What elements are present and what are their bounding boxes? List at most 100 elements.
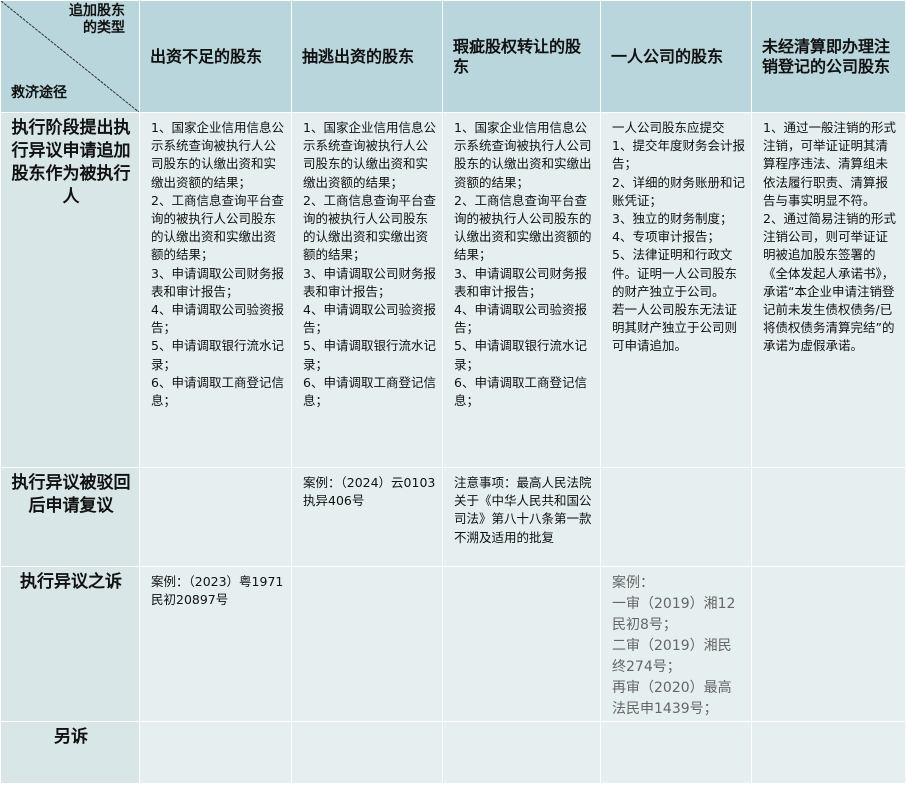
cell-content: 1、国家企业信用信息公示系统查询被执行人公司股东的认缴出资和实缴出资额的结果； 2… xyxy=(444,114,600,411)
column-header: 出资不足的股东 xyxy=(139,0,292,113)
cell-text-line: 案例： xyxy=(612,575,654,591)
table-row: 另诉 xyxy=(0,721,906,784)
cell-content xyxy=(444,723,600,729)
row-header: 执行阶段提出执行异议申请追加股东作为被执行人 xyxy=(0,112,140,468)
table-cell xyxy=(751,467,906,567)
table-cell: 1、通过一般注销的形式注销，可举证证明其清算程序违法、清算组未依法履行职责、清算… xyxy=(751,112,906,468)
cell-text-line: 2、通过简易注销的形式注销公司，则可举证证明被追加股东签署的《全体发起人承诺书》… xyxy=(763,211,896,354)
row-header-label: 执行阶段提出执行异议申请追加股东作为被执行人 xyxy=(11,118,131,207)
cell-text-line: 4、申请调取公司验资报告； xyxy=(303,302,436,336)
cell-content xyxy=(753,723,905,729)
row-header: 另诉 xyxy=(0,721,140,784)
table-cell: 案例： 一审（2019）湘12民初8号； 二审（2019）湘民终274号； 再审（20… xyxy=(600,566,752,722)
cell-content xyxy=(293,723,442,729)
relief-table: 追加股东 的类型 救济途径 出资不足的股东 抽逃出资的股东 瑕疵股权转让的股东 … xyxy=(0,0,906,784)
table-cell: 1、国家企业信用信息公示系统查询被执行人公司股东的认缴出资和实缴出资额的结果； 2… xyxy=(442,112,601,468)
table-cell xyxy=(751,566,906,722)
cell-content: 1、国家企业信用信息公示系统查询被执行人公司股东的认缴出资和实缴出资额的结果； 2… xyxy=(293,114,442,411)
cell-content xyxy=(444,568,600,574)
table-cell: 注意事项：最高人民法院关于《中华人民共和国公司法》第八十八条第一款不溯及适用的批… xyxy=(442,467,601,567)
column-header-label: 瑕疵股权转让的股东 xyxy=(453,36,582,76)
column-header: 瑕疵股权转让的股东 xyxy=(442,0,601,113)
cell-text-line: 5、法律证明和行政文件。证明一人公司股东的财产独立于公司。 xyxy=(612,247,738,299)
corner-top-line2: 的类型 xyxy=(83,20,125,36)
cell-text-line: 5、申请调取银行流水记录； xyxy=(303,338,436,372)
cell-text-line: 6、申请调取工商登记信息； xyxy=(151,374,284,409)
cell-text-line: 3、申请调取公司财务报表和审计报告； xyxy=(454,265,587,299)
table-row: 执行异议被驳回后申请复议 案例：（2024）云0103执异406号 注意事项：最高人… xyxy=(0,467,906,567)
cell-content: 案例：（2024）云0103执异406号 xyxy=(293,469,442,511)
cell-text-line: 5、申请调取银行流水记录； xyxy=(454,338,587,372)
table-cell: 案例：（2024）云0103执异406号 xyxy=(291,467,443,567)
cell-content xyxy=(602,469,751,475)
table-cell: 1、国家企业信用信息公示系统查询被执行人公司股东的认缴出资和实缴出资额的结果； 2… xyxy=(139,112,292,468)
cell-text-line: 6、申请调取工商登记信息； xyxy=(454,374,587,409)
corner-top-line1: 追加股东 xyxy=(69,3,125,19)
cell-text-line: 再审（2020）最高法民申1439号； xyxy=(612,680,732,717)
cell-text-line: 2、工商信息查询平台查询的被执行人公司股东的认缴出资和实缴出资额的结果； xyxy=(454,192,592,263)
corner-header: 追加股东 的类型 救济途径 xyxy=(0,0,140,113)
cell-text-line: 2、工商信息查询平台查询的被执行人公司股东的认缴出资和实缴出资额的结果； xyxy=(151,192,284,263)
cell-text-line: 注意事项：最高人民法院关于《中华人民共和国公司法》第八十八条第一款不溯及适用的批… xyxy=(454,475,592,545)
table-cell: 一人公司股东应提交 1、提交年度财务会计报告； 2、详细的财务账册和记账凭证； 3、独… xyxy=(600,112,752,468)
table-cell xyxy=(291,566,443,722)
row-header: 执行异议之诉 xyxy=(0,566,140,722)
cell-content xyxy=(602,723,751,729)
cell-content: 1、通过一般注销的形式注销，可举证证明其清算程序违法、清算组未依法履行职责、清算… xyxy=(753,114,905,356)
header-row: 追加股东 的类型 救济途径 出资不足的股东 抽逃出资的股东 瑕疵股权转让的股东 … xyxy=(0,0,906,113)
cell-text-line: 2、工商信息查询平台查询的被执行人公司股东的认缴出资和实缴出资额的结果； xyxy=(303,192,436,263)
table-cell xyxy=(139,467,292,567)
cell-text-line: 5、申请调取银行流水记录； xyxy=(151,338,284,372)
cell-text-line: 一人公司股东应提交 xyxy=(612,120,725,135)
cell-content xyxy=(293,568,442,574)
column-header: 未经清算即办理注销登记的公司股东 xyxy=(751,0,906,113)
cell-text-line: 案例：（2024）云0103执异406号 xyxy=(303,475,436,509)
row-header-label: 执行异议之诉 xyxy=(20,572,122,592)
table-cell xyxy=(751,721,906,784)
cell-content: 案例：（2023）粤1971民初20897号 xyxy=(141,568,291,610)
cell-text-line: 3、独立的财务制度； xyxy=(612,211,733,227)
row-header-label: 另诉 xyxy=(54,727,88,747)
table-cell: 案例：（2023）粤1971民初20897号 xyxy=(139,566,292,722)
column-header: 抽逃出资的股东 xyxy=(291,0,443,113)
row-header: 执行异议被驳回后申请复议 xyxy=(0,467,140,567)
cell-text-line: 4、专项审计报告； xyxy=(612,229,720,245)
cell-text-line: 3、申请调取公司财务报表和审计报告； xyxy=(151,265,284,299)
cell-text-line: 4、申请调取公司验资报告； xyxy=(151,302,284,336)
table-row: 执行异议之诉 案例：（2023）粤1971民初20897号 案例： 一审（2019）湘… xyxy=(0,566,906,722)
table-cell xyxy=(442,721,601,784)
cell-text-line: 2、详细的财务账册和记账凭证； xyxy=(612,174,745,208)
cell-content xyxy=(141,723,291,729)
cell-content: 注意事项：最高人民法院关于《中华人民共和国公司法》第八十八条第一款不溯及适用的批… xyxy=(444,469,600,547)
cell-text-line: 1、国家企业信用信息公示系统查询被执行人公司股东的认缴出资和实缴出资额的结果； xyxy=(303,120,436,190)
cell-content xyxy=(141,469,291,475)
cell-text-line: 1、国家企业信用信息公示系统查询被执行人公司股东的认缴出资和实缴出资额的结果； xyxy=(454,120,592,190)
cell-text-line: 一审（2019）湘12民初8号； xyxy=(612,596,736,633)
table-cell: 1、国家企业信用信息公示系统查询被执行人公司股东的认缴出资和实缴出资额的结果； 2… xyxy=(291,112,443,468)
table-row: 执行阶段提出执行异议申请追加股东作为被执行人 1、国家企业信用信息公示系统查询被执… xyxy=(0,112,906,468)
row-header-label: 执行异议被驳回后申请复议 xyxy=(11,473,131,516)
table-cell xyxy=(600,467,752,567)
cell-text-line: 4、申请调取公司验资报告； xyxy=(454,302,587,336)
column-header-label: 一人公司的股东 xyxy=(611,46,724,66)
corner-top-label: 追加股东 的类型 xyxy=(69,3,125,37)
cell-text-line: 案例：（2023）粤1971民初20897号 xyxy=(151,574,284,608)
table-cell xyxy=(291,721,443,784)
corner-bottom-label: 救济途径 xyxy=(11,85,67,101)
cell-text-line: 二审（2019）湘民终274号； xyxy=(612,638,732,675)
cell-content xyxy=(753,568,905,574)
column-header: 一人公司的股东 xyxy=(600,0,752,113)
cell-text-line: 3、申请调取公司财务报表和审计报告； xyxy=(303,265,436,299)
column-header-label: 出资不足的股东 xyxy=(150,46,263,66)
column-header-label: 未经清算即办理注销登记的公司股东 xyxy=(762,36,891,76)
table-cell xyxy=(139,721,292,784)
cell-content: 1、国家企业信用信息公示系统查询被执行人公司股东的认缴出资和实缴出资额的结果； 2… xyxy=(141,114,291,411)
cell-content: 一人公司股东应提交 1、提交年度财务会计报告； 2、详细的财务账册和记账凭证； 3、独… xyxy=(602,114,751,356)
cell-text-line: 1、国家企业信用信息公示系统查询被执行人公司股东的认缴出资和实缴出资额的结果； xyxy=(151,120,284,190)
cell-text-line: 1、提交年度财务会计报告； xyxy=(612,138,745,172)
table-cell xyxy=(600,721,752,784)
table-cell xyxy=(442,566,601,722)
column-header-label: 抽逃出资的股东 xyxy=(302,46,415,66)
cell-text-line: 1、通过一般注销的形式注销，可举证证明其清算程序违法、清算组未依法履行职责、清算… xyxy=(763,120,896,208)
cell-content xyxy=(753,469,905,475)
